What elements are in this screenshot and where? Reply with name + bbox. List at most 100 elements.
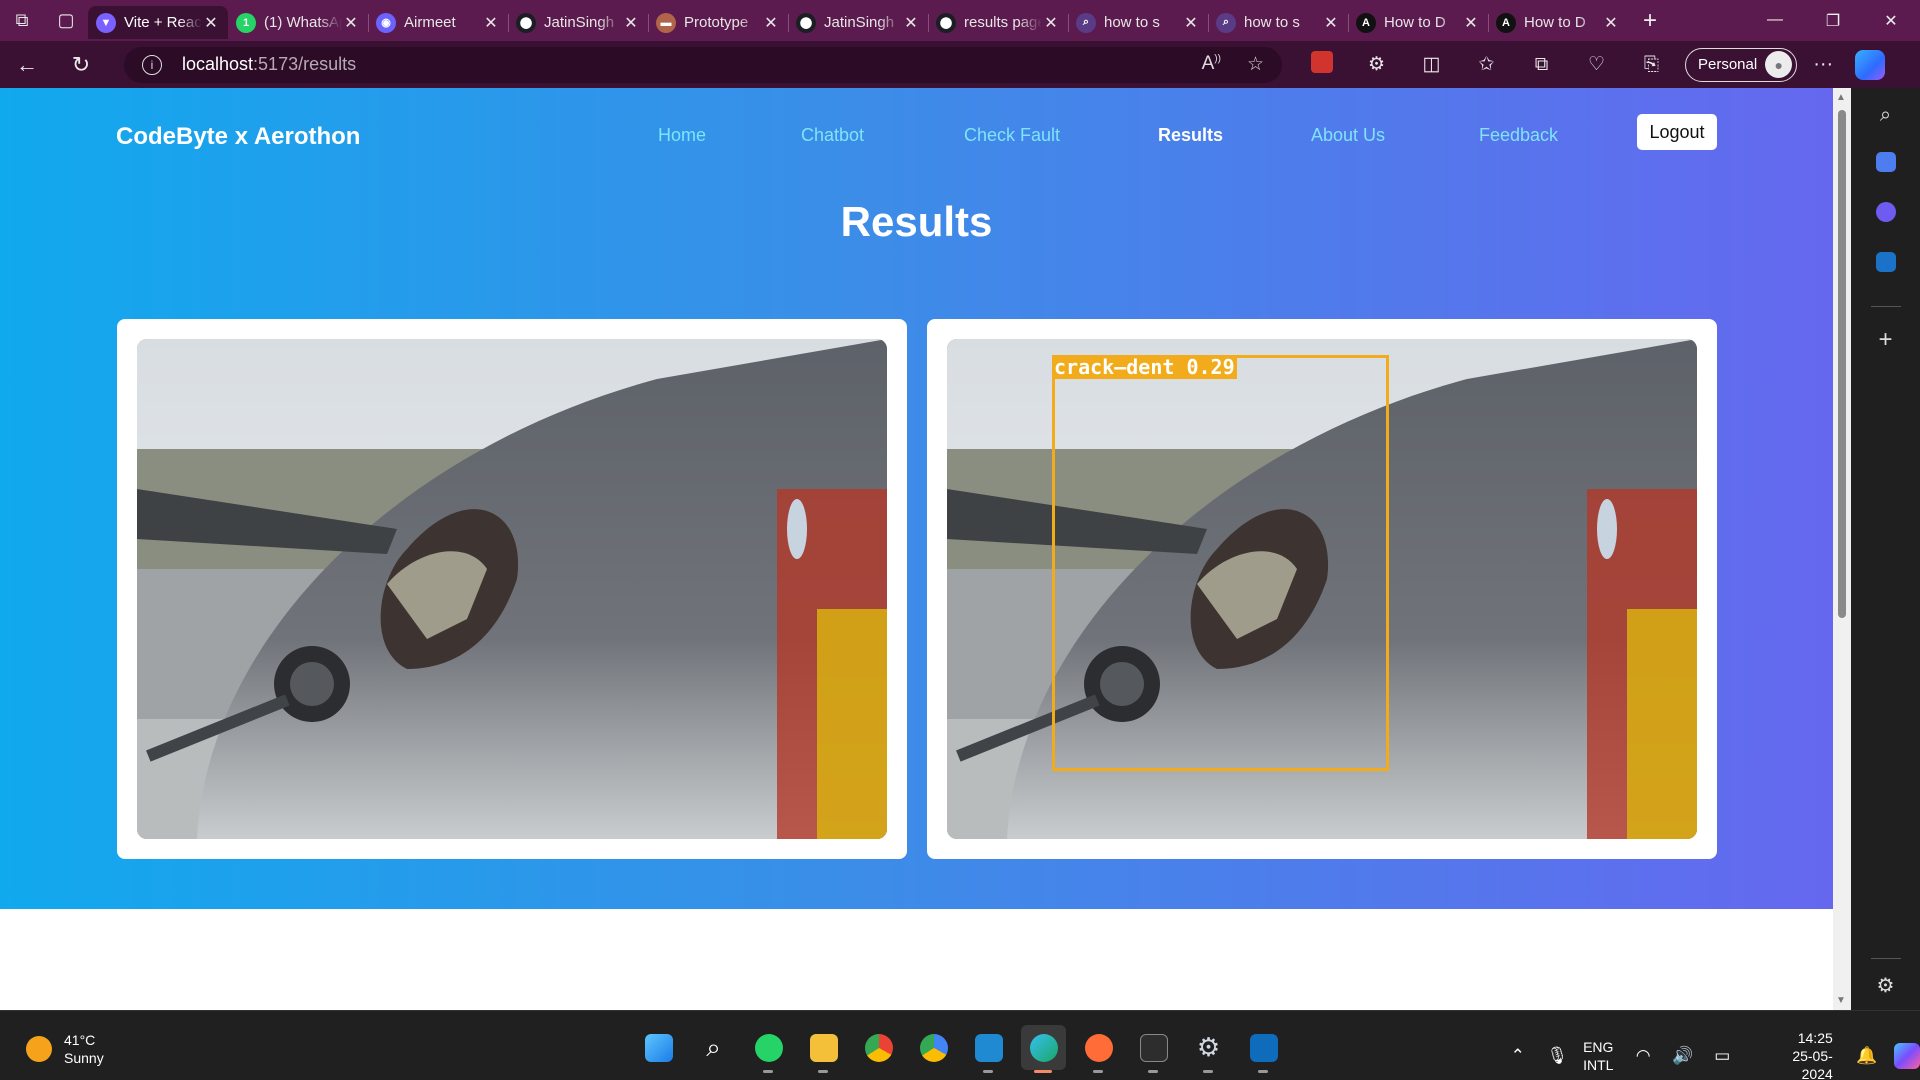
minimize-icon[interactable]: — xyxy=(1746,11,1804,31)
tab-title: How to D xyxy=(1524,14,1586,31)
browser-tab[interactable]: A How to D ✕ xyxy=(1488,6,1628,39)
close-tab-icon[interactable]: ✕ xyxy=(482,13,500,33)
browser-essentials-icon[interactable]: ♡ xyxy=(1569,53,1624,76)
detection-label: crack–dent 0.29 xyxy=(1052,355,1237,379)
browser-tab[interactable]: ⬤ results page ✕ xyxy=(928,6,1068,39)
start-button[interactable] xyxy=(636,1025,681,1070)
scroll-up-icon[interactable]: ▲ xyxy=(1836,92,1846,103)
edge-icon[interactable] xyxy=(1021,1025,1066,1073)
workspaces-icon[interactable]: ⧉ xyxy=(0,0,44,41)
terminal-icon[interactable] xyxy=(1131,1025,1176,1073)
browser-tab[interactable]: ◉ Airmeet ✕ xyxy=(368,6,508,39)
close-tab-icon[interactable]: ✕ xyxy=(1462,13,1480,33)
sidebar-settings-icon[interactable]: ⚙ xyxy=(1851,973,1920,998)
nav-feedback[interactable]: Feedback xyxy=(1479,125,1558,146)
browser-tab[interactable]: ⌕ how to s ✕ xyxy=(1068,6,1208,39)
chrome-profile-icon[interactable] xyxy=(911,1025,956,1070)
browser-tab[interactable]: ⌕ how to s ✕ xyxy=(1208,6,1348,39)
nav-check-fault[interactable]: Check Fault xyxy=(964,125,1060,146)
tab-title: Airmeet xyxy=(404,14,456,31)
window-controls: — ❐ ✕ xyxy=(1746,11,1920,31)
postman-icon[interactable] xyxy=(1076,1025,1121,1073)
close-tab-icon[interactable]: ✕ xyxy=(1322,13,1340,33)
github-icon: ⬤ xyxy=(796,12,816,33)
clock-time: 14:25 xyxy=(1797,1030,1833,1046)
close-tab-icon[interactable]: ✕ xyxy=(1042,13,1060,33)
browser-tab[interactable]: ⬤ JatinSingh ✕ xyxy=(788,6,928,39)
outlook-icon[interactable] xyxy=(1241,1025,1286,1073)
favorites-icon[interactable]: ✩ xyxy=(1459,53,1514,76)
angular-icon: A xyxy=(1496,12,1516,33)
chrome-icon[interactable] xyxy=(856,1025,901,1070)
sun-icon xyxy=(26,1036,52,1062)
refresh-icon[interactable]: ↻ xyxy=(54,52,108,78)
close-window-icon[interactable]: ✕ xyxy=(1862,11,1920,31)
volume-icon[interactable]: 🔊 xyxy=(1663,1046,1703,1066)
nav-chatbot[interactable]: Chatbot xyxy=(801,125,864,146)
page-title: Results xyxy=(840,198,993,245)
brand-logo[interactable]: CodeByte x Aerothon xyxy=(116,123,360,151)
profile-button[interactable]: Personal ● xyxy=(1685,47,1798,82)
settings-app-icon[interactable]: ⚙ xyxy=(1186,1025,1231,1073)
close-tab-icon[interactable]: ✕ xyxy=(902,13,920,33)
github-icon: ⬤ xyxy=(936,12,956,33)
vscode-icon[interactable] xyxy=(966,1025,1011,1073)
nav-about-us[interactable]: About Us xyxy=(1311,125,1385,146)
language-indicator[interactable]: ENG INTL xyxy=(1583,1038,1613,1074)
tab-title: how to s xyxy=(1104,14,1160,31)
browser-tab[interactable]: ▼ Vite + React ✕ xyxy=(88,6,228,39)
page-scrollbar[interactable]: ▲ ▼ xyxy=(1833,88,1851,1010)
browser-tab[interactable]: ▬ Prototype ✕ xyxy=(648,6,788,39)
whatsapp-app-icon[interactable] xyxy=(746,1025,791,1073)
keyboard-layout: INTL xyxy=(1583,1057,1614,1073)
share-icon[interactable]: ⎘ xyxy=(1624,54,1679,76)
weather-widget[interactable]: 41°C Sunny xyxy=(26,1031,104,1067)
weather-temperature: 41°C xyxy=(64,1032,96,1048)
new-tab-button[interactable]: + xyxy=(1628,7,1672,35)
sidebar-outlook-icon[interactable] xyxy=(1851,252,1920,278)
browser-tab-strip: ⧉ ▢ ▼Vite + React✕1(1) WhatsApp✕◉Airmeet… xyxy=(0,0,1920,41)
back-icon[interactable]: ← xyxy=(0,52,54,78)
clock[interactable]: 14:25 25-05-2024 xyxy=(1762,1029,1833,1080)
close-tab-icon[interactable]: ✕ xyxy=(622,13,640,33)
tab-title: Prototype xyxy=(684,14,749,31)
sidebar-search-icon[interactable]: ⌕ xyxy=(1851,104,1920,127)
extensions-icon[interactable]: ⚙ xyxy=(1349,53,1404,76)
whatsapp-icon: 1 xyxy=(236,12,256,33)
sidebar-copilot-icon[interactable] xyxy=(1851,202,1920,228)
address-bar[interactable]: i localhost:5173/results A)) ☆ xyxy=(124,46,1282,83)
close-tab-icon[interactable]: ✕ xyxy=(1182,13,1200,33)
close-tab-icon[interactable]: ✕ xyxy=(1602,13,1620,33)
restore-icon[interactable]: ❐ xyxy=(1804,11,1862,31)
browser-tab[interactable]: ⬤ JatinSingh ✕ xyxy=(508,6,648,39)
battery-icon[interactable]: ▭ xyxy=(1702,1046,1742,1066)
copilot-icon[interactable] xyxy=(1855,49,1886,80)
close-tab-icon[interactable]: ✕ xyxy=(342,13,360,33)
split-screen-icon[interactable]: ◫ xyxy=(1404,53,1459,76)
taskbar-search-icon[interactable]: ⌕ xyxy=(691,1025,736,1070)
site-info-icon[interactable]: i xyxy=(142,54,162,75)
browser-tab[interactable]: 1 (1) WhatsApp✕ xyxy=(228,6,368,39)
close-tab-icon[interactable]: ✕ xyxy=(202,13,220,33)
favorite-star-icon[interactable]: ☆ xyxy=(1247,53,1264,76)
wifi-icon[interactable]: ◠ xyxy=(1623,1046,1663,1066)
extension-red-icon[interactable] xyxy=(1294,50,1349,79)
browser-tab[interactable]: A How to D ✕ xyxy=(1348,6,1488,39)
nav-results[interactable]: Results xyxy=(1158,125,1223,146)
copilot-taskbar-icon[interactable] xyxy=(1894,1043,1920,1069)
microphone-icon[interactable]: 🎙 xyxy=(1538,1046,1578,1066)
logout-button[interactable]: Logout xyxy=(1637,114,1717,150)
file-explorer-icon[interactable] xyxy=(801,1025,846,1073)
notifications-icon[interactable]: 🔔 xyxy=(1847,1046,1887,1066)
close-tab-icon[interactable]: ✕ xyxy=(762,13,780,33)
collections-icon[interactable]: ⧉ xyxy=(1514,54,1569,76)
tab-actions-icon[interactable]: ▢ xyxy=(44,0,88,41)
nav-home[interactable]: Home xyxy=(658,125,706,146)
chevron-up-icon[interactable]: ⌃ xyxy=(1498,1046,1538,1066)
sidebar-add-icon[interactable]: + xyxy=(1851,326,1920,354)
scrollbar-thumb[interactable] xyxy=(1838,110,1846,618)
sidebar-shopping-icon[interactable] xyxy=(1851,152,1920,178)
more-menu-icon[interactable]: ··· xyxy=(1797,53,1849,76)
read-aloud-icon[interactable]: A)) xyxy=(1202,53,1221,76)
scroll-down-icon[interactable]: ▼ xyxy=(1836,995,1846,1006)
